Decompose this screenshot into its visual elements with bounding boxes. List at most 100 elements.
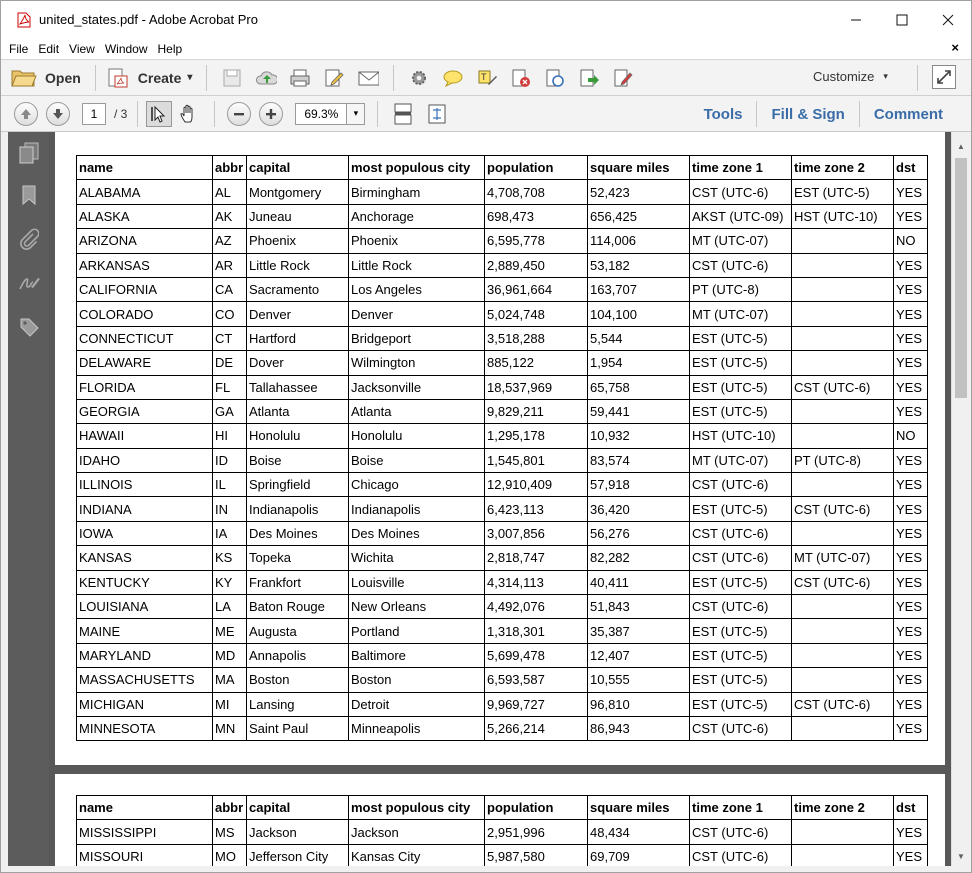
table-cell: COLORADO xyxy=(76,301,213,327)
menu-edit[interactable]: Edit xyxy=(38,42,59,56)
document-close-button[interactable]: × xyxy=(951,40,959,55)
table-cell: Des Moines xyxy=(348,520,485,547)
minimize-button[interactable] xyxy=(833,1,879,38)
close-button[interactable] xyxy=(925,1,971,38)
open-button[interactable]: Open xyxy=(11,63,81,93)
comment-bubble-icon[interactable] xyxy=(442,67,464,89)
table-cell: Boise xyxy=(246,447,349,474)
zoom-out-button[interactable] xyxy=(227,101,252,126)
table-cell: 52,423 xyxy=(587,179,690,205)
table-cell: Hartford xyxy=(246,325,349,352)
table-cell: CST (UTC-6) xyxy=(689,520,792,547)
table-cell xyxy=(791,642,894,669)
column-header: name xyxy=(76,154,213,181)
table-cell: 83,574 xyxy=(587,447,690,474)
table-cell: EST (UTC-5) xyxy=(689,496,792,522)
tools-pane-link[interactable]: Tools xyxy=(690,106,757,123)
document-view[interactable]: name abbr capital most populous city populat… xyxy=(49,132,951,866)
table-row: MARYLAND MD Annapolis Baltimore 5,699,478 12,… xyxy=(76,642,928,669)
zoom-level-input[interactable]: 69.3% xyxy=(295,102,348,125)
attachments-icon[interactable] xyxy=(18,228,40,250)
page-number-input[interactable]: 1 xyxy=(82,102,106,125)
menu-help[interactable]: Help xyxy=(158,42,183,56)
table-cell: FL xyxy=(212,374,247,400)
pdf-page-2: name abbr capital most populous city populat… xyxy=(55,774,945,866)
delete-pages-icon[interactable] xyxy=(510,67,532,89)
cloud-upload-icon[interactable] xyxy=(255,67,278,89)
table-row: IDAHO ID Boise Boise 1,545,801 83,574 MT (UTC-… xyxy=(76,447,928,474)
states-table-page-1: name abbr capital most populous city populat… xyxy=(76,154,928,742)
save-icon[interactable] xyxy=(221,67,243,89)
vertical-scrollbar[interactable]: ▲ ▼ xyxy=(951,132,969,866)
sign-document-icon[interactable] xyxy=(612,67,634,89)
table-cell: 3,007,856 xyxy=(484,520,588,547)
title-bar: united_states.pdf - Adobe Acrobat Pro xyxy=(1,1,971,38)
table-cell: CST (UTC-6) xyxy=(689,545,792,571)
table-cell: 6,595,778 xyxy=(484,228,588,254)
highlight-text-icon[interactable]: T xyxy=(476,67,498,89)
scroll-up-icon[interactable]: ▲ xyxy=(952,138,970,154)
table-cell: MN xyxy=(212,715,247,742)
tags-icon[interactable] xyxy=(18,316,40,338)
select-tool-button[interactable] xyxy=(146,100,173,127)
fullscreen-button[interactable] xyxy=(932,65,956,89)
comment-pane-link[interactable]: Comment xyxy=(860,106,957,123)
create-button[interactable]: Create ▾ xyxy=(106,63,192,93)
table-cell: 35,387 xyxy=(587,618,690,644)
table-cell: ALABAMA xyxy=(76,179,213,205)
scroll-down-icon[interactable]: ▼ xyxy=(952,848,970,864)
table-row: HAWAII HI Honolulu Honolulu 1,295,178 10,932 H… xyxy=(76,423,928,449)
previous-page-button[interactable] xyxy=(14,101,38,126)
table-cell: YES xyxy=(893,301,928,327)
email-icon[interactable] xyxy=(357,67,380,89)
page-thumbnails-icon[interactable] xyxy=(18,142,40,164)
table-cell xyxy=(791,301,894,327)
table-cell: 96,810 xyxy=(587,691,690,717)
table-cell: Springfield xyxy=(246,472,349,498)
table-cell: CST (UTC-6) xyxy=(689,715,792,742)
table-cell: CST (UTC-6) xyxy=(689,179,792,205)
minimize-icon xyxy=(851,19,861,20)
scrollbar-thumb[interactable] xyxy=(955,158,967,398)
hand-tool-icon[interactable] xyxy=(178,103,200,125)
table-cell: 53,182 xyxy=(587,252,690,278)
edit-document-icon[interactable] xyxy=(323,67,345,89)
gear-icon[interactable] xyxy=(408,67,430,89)
rotate-pages-icon[interactable] xyxy=(544,67,566,89)
column-header: time zone 1 xyxy=(689,154,792,181)
table-cell: 4,708,708 xyxy=(484,179,588,205)
print-icon[interactable] xyxy=(289,67,311,89)
menu-file[interactable]: File xyxy=(9,42,28,56)
table-cell: 1,318,301 xyxy=(484,618,588,644)
table-cell: YES xyxy=(893,203,928,230)
table-cell: GA xyxy=(212,398,247,425)
table-cell: CALIFORNIA xyxy=(76,276,213,303)
scrolling-mode-icon[interactable] xyxy=(392,103,414,125)
menu-window[interactable]: Window xyxy=(105,42,148,56)
table-cell: 5,266,214 xyxy=(484,715,588,742)
maximize-button[interactable] xyxy=(879,1,925,38)
zoom-dropdown-button[interactable]: ▾ xyxy=(347,102,366,125)
table-cell: 104,100 xyxy=(587,301,690,327)
table-cell: KANSAS xyxy=(76,545,213,571)
next-page-button[interactable] xyxy=(46,101,70,126)
column-header: most populous city xyxy=(348,154,485,181)
table-cell: EST (UTC-5) xyxy=(689,642,792,669)
table-row: KENTUCKY KY Frankfort Louisville 4,314,113 40… xyxy=(76,569,928,596)
navigation-pane xyxy=(8,132,49,866)
fill-sign-pane-link[interactable]: Fill & Sign xyxy=(757,106,858,123)
zoom-in-button[interactable] xyxy=(259,101,284,126)
bookmarks-icon[interactable] xyxy=(18,184,40,206)
menu-view[interactable]: View xyxy=(69,42,95,56)
table-cell xyxy=(791,819,894,845)
table-cell: CA xyxy=(212,276,247,303)
table-row: MISSOURI MO Jefferson City Kansas City 5,987… xyxy=(76,843,928,866)
table-cell: CST (UTC-6) xyxy=(689,594,792,620)
table-cell: ID xyxy=(212,447,247,474)
table-cell: Detroit xyxy=(348,691,485,717)
extract-pages-icon[interactable] xyxy=(578,67,600,89)
customize-button[interactable]: Customize ▾ xyxy=(813,69,888,84)
fit-page-icon[interactable] xyxy=(426,103,448,125)
table-cell: 698,473 xyxy=(484,203,588,230)
signatures-icon[interactable] xyxy=(18,272,40,294)
